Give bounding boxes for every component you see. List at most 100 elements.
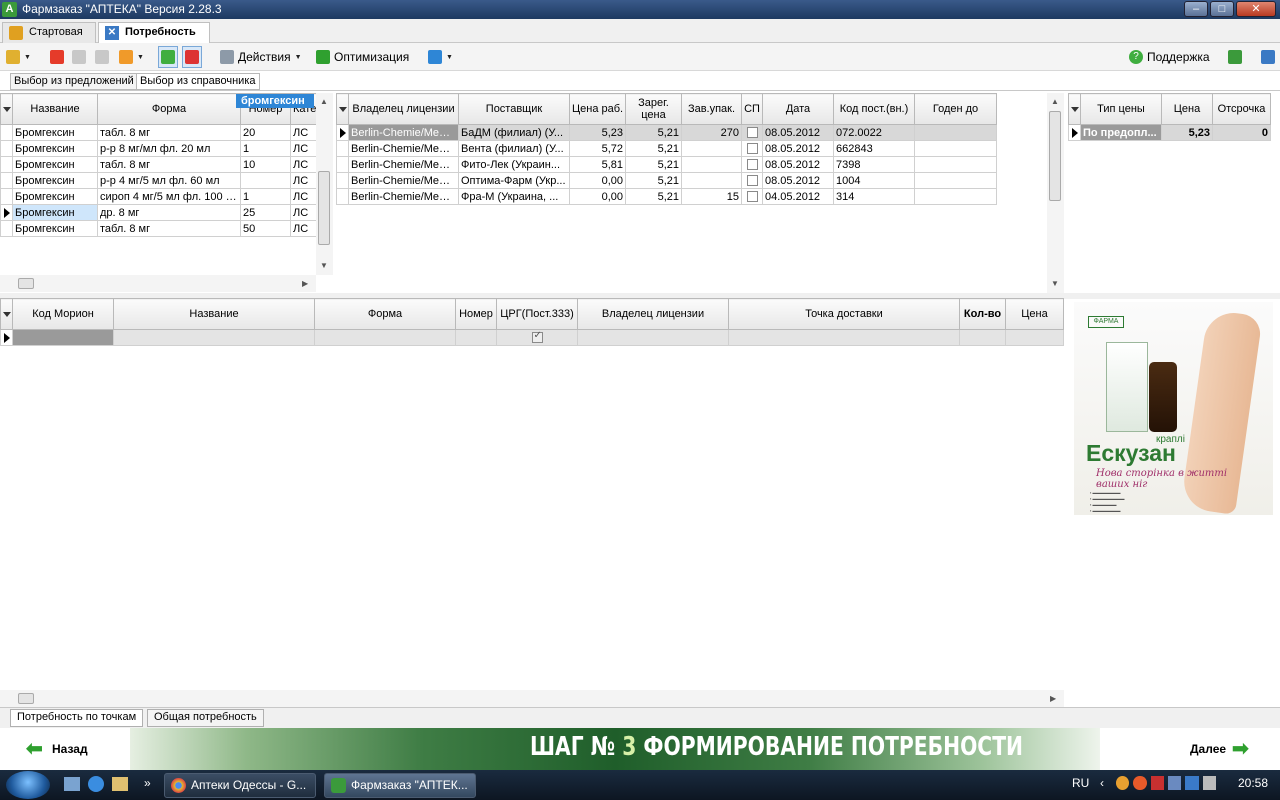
tray-icon[interactable] (1185, 776, 1199, 790)
sp-checkbox[interactable] (746, 127, 758, 139)
tab-label: Потребность (125, 26, 196, 38)
table-row[interactable]: Бромгексин р-р 4 мг/5 мл фл. 60 мл ЛС (0, 172, 317, 189)
column-header[interactable]: Цена (1005, 298, 1064, 330)
scroll-thumb[interactable] (318, 171, 330, 245)
sp-checkbox[interactable] (746, 143, 758, 155)
scroll-thumb[interactable] (18, 693, 34, 704)
crg-checkbox[interactable] (531, 331, 543, 344)
column-header[interactable]: Годен до (914, 93, 997, 125)
column-header[interactable]: Точка доставки (728, 298, 960, 330)
column-header[interactable]: Зарег. цена (625, 93, 682, 125)
language-indicator[interactable]: RU (1072, 776, 1089, 790)
tray-icon[interactable] (1133, 776, 1147, 790)
column-menu[interactable] (1068, 93, 1081, 125)
offers-vscroll[interactable]: ▲ ▼ (1047, 93, 1064, 293)
table-row[interactable]: По предопл... 5,23 0 (1068, 124, 1271, 141)
window-title: Фармзаказ "АПТЕКА" Версия 2.28.3 (22, 2, 222, 16)
column-header[interactable]: Код Морион (12, 298, 114, 330)
column-header[interactable]: Владелец лицензии (348, 93, 459, 125)
table-row[interactable]: Berlin-Chemie/Mena... Фра-М (Украина, ...… (336, 188, 997, 205)
column-header[interactable]: Цена (1161, 93, 1213, 125)
filter-green-toggle[interactable] (158, 46, 178, 68)
column-header[interactable]: Владелец лицензии (577, 298, 729, 330)
column-header[interactable]: Форма (314, 298, 456, 330)
tab-catalog[interactable]: Выбор из справочника (136, 73, 260, 90)
explorer-icon[interactable] (112, 777, 128, 791)
show-desktop-icon[interactable] (64, 777, 80, 791)
column-header[interactable]: Код пост.(вн.) (833, 93, 915, 125)
clock[interactable]: 20:58 (1238, 776, 1268, 790)
back-button[interactable]: ⬅ Назад (26, 739, 88, 759)
minimize-button[interactable]: – (1184, 1, 1208, 17)
table-row[interactable]: Бромгексин табл. 8 мг 50 ЛС (0, 220, 317, 237)
sp-checkbox[interactable] (746, 191, 758, 203)
needs-hscroll[interactable]: ▶ (0, 690, 1064, 707)
volume-icon[interactable] (1202, 776, 1216, 790)
filter-dropdown-button[interactable]: ▼ (428, 48, 453, 66)
column-header[interactable]: Форма (97, 93, 241, 125)
sp-checkbox[interactable] (746, 175, 758, 187)
optimize-button[interactable]: Оптимизация (316, 48, 409, 66)
tray-expand-icon[interactable]: ‹ (1100, 776, 1104, 790)
close-tab-button[interactable] (1261, 48, 1275, 66)
remove-button[interactable] (95, 48, 109, 66)
support-button[interactable]: ? Поддержка (1129, 48, 1210, 66)
table-row[interactable]: Бромгексин табл. 8 мг 10 ЛС (0, 156, 317, 173)
app-mini-button[interactable] (1228, 48, 1242, 66)
table-row[interactable]: Бромгексин др. 8 мг 25 ЛС (0, 204, 317, 221)
next-button[interactable]: Далее ➡ (1190, 739, 1252, 759)
column-menu[interactable] (336, 93, 349, 125)
tab-start[interactable]: Стартовая (2, 22, 96, 43)
table-row[interactable]: Бромгексин р-р 8 мг/мл фл. 20 мл 1 ЛС (0, 140, 317, 157)
column-header[interactable]: Цена раб. (569, 93, 626, 125)
column-header[interactable]: Кол-во (959, 298, 1006, 330)
products-hscroll[interactable]: ▶ (0, 275, 316, 292)
maximize-button[interactable]: □ (1210, 1, 1234, 17)
table-row[interactable] (0, 329, 1064, 346)
scroll-thumb[interactable] (18, 278, 34, 289)
column-header[interactable]: Название (12, 93, 98, 125)
table-row[interactable]: Berlin-Chemie/Mena... Оптима-Фарм (Укр...… (336, 172, 997, 189)
taskbar-item-app[interactable]: Фармзаказ "АПТЕК... (324, 773, 476, 798)
column-menu[interactable] (0, 93, 13, 125)
table-row[interactable]: Berlin-Chemie/Mena... БаДМ (филиал) (У...… (336, 124, 997, 141)
add-button[interactable] (50, 48, 64, 66)
actions-menu-button[interactable]: Действия ▼ (220, 48, 302, 66)
products-vscroll[interactable]: ▲ ▼ (316, 93, 333, 275)
column-header[interactable]: Тип цены (1080, 93, 1162, 125)
column-header[interactable]: Отсрочка (1212, 93, 1271, 125)
table-row[interactable]: Berlin-Chemie/Mena... Вента (филиал) (У..… (336, 140, 997, 157)
ad-banner[interactable]: ФАРМА краплі Ескузан Нова сторінка в жит… (1074, 302, 1273, 515)
wand-dropdown-button[interactable]: ▼ (6, 48, 31, 66)
column-header[interactable]: Дата (762, 93, 834, 125)
filter-red-toggle[interactable] (182, 46, 202, 68)
column-header[interactable]: Название (113, 298, 315, 330)
orange-dropdown-button[interactable]: ▼ (119, 48, 144, 66)
tab-need[interactable]: ✕ Потребность (98, 22, 210, 44)
column-header[interactable]: Зав.упак. (681, 93, 742, 125)
column-header[interactable]: Номер (455, 298, 497, 330)
taskbar-item-browser[interactable]: Аптеки Одессы - G... (164, 773, 316, 798)
column-header[interactable]: Поставщик (458, 93, 570, 125)
send-button[interactable] (72, 48, 86, 66)
table-row[interactable]: Бромгексин сироп 4 мг/5 мл фл. 100 мл 1 ЛС (0, 188, 317, 205)
tray-icon[interactable] (1167, 776, 1182, 790)
tab-points[interactable]: Потребность по точкам (10, 709, 144, 727)
table-row[interactable]: Бромгексин табл. 8 мг 20 ЛС (0, 124, 317, 141)
tab-total[interactable]: Общая потребность (147, 709, 264, 727)
column-header[interactable]: СП (741, 93, 763, 125)
column-header[interactable]: ЦРГ(Пост.333) (496, 298, 578, 330)
table-row[interactable]: Berlin-Chemie/Mena... Фито-Лек (Украин...… (336, 156, 997, 173)
start-button[interactable] (6, 771, 50, 799)
close-icon[interactable]: ✕ (105, 26, 119, 40)
products-grid: Название Форма Номер Кате Бромгексин табл… (0, 93, 333, 293)
tab-offers[interactable]: Выбор из предложений (10, 73, 138, 90)
scroll-thumb[interactable] (1049, 111, 1061, 201)
tray-icon[interactable] (1150, 776, 1164, 790)
taskbar-overflow[interactable]: » (144, 776, 151, 790)
sp-checkbox[interactable] (746, 159, 758, 171)
column-menu[interactable] (0, 298, 13, 330)
ie-icon[interactable] (88, 776, 104, 792)
close-button[interactable]: ✕ (1236, 1, 1276, 17)
tray-icon[interactable] (1116, 776, 1130, 790)
